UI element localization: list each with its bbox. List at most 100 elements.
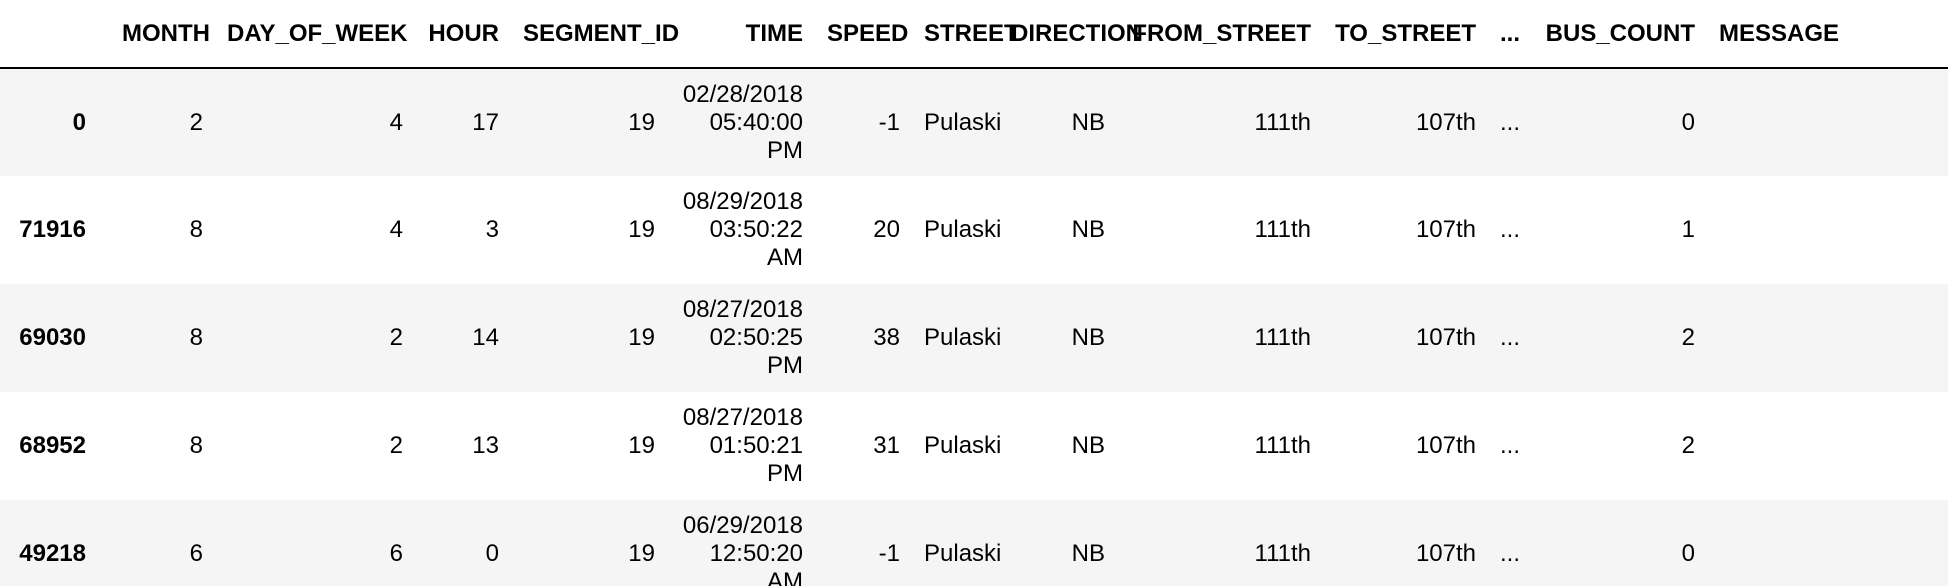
cell-segment-id: 19 [628,324,655,351]
cell-bus-count: 2 [1681,432,1695,459]
cell-message [1707,176,1948,284]
cell-street: Pulaski [924,432,1002,459]
cell-time-date: 08/29/2018 [682,188,803,215]
row-index: 68952 [19,432,86,459]
cell-time-clock: 01:50:21 [709,432,803,459]
column-header-street: STREET [924,19,1019,47]
dataframe-table: MONTH DAY_OF_WEEK HOUR SEGMENT_ID TIME S… [0,0,1948,586]
cell-message [1707,68,1948,176]
cell-message [1707,392,1948,500]
header-row: MONTH DAY_OF_WEEK HOUR SEGMENT_ID TIME S… [0,0,1948,68]
column-header-speed: SPEED [827,19,909,47]
cell-message [1707,500,1948,586]
cell-time-clock: 02:50:25 [709,324,803,351]
cell-speed: -1 [878,108,900,136]
cell-time: 08/27/2018 01:50:21 PM [667,392,815,500]
cell-street: Pulaski [924,108,1002,136]
cell-to-street: 107th [1415,432,1476,459]
cell-direction: NB [1071,216,1105,243]
cell-to-street: 107th [1415,324,1476,351]
table-row: 69030 8 2 14 19 08/27/2018 02:50:25 PM 3… [0,284,1948,392]
cell-hour: 3 [485,216,499,243]
cell-street: Pulaski [924,540,1002,567]
cell-month: 8 [189,432,203,459]
cell-time: 02/28/2018 05:40:00 PM [667,68,815,176]
cell-day-of-week: 6 [389,540,403,567]
column-header-month: MONTH [122,19,210,47]
cell-ellipsis: ... [1500,432,1521,459]
cell-time-clock: 05:40:00 [709,108,803,136]
cell-month: 6 [189,540,203,567]
column-header-to-street: TO_STREET [1335,19,1476,47]
cell-time-date: 02/28/2018 [682,80,803,108]
cell-bus-count: 1 [1681,216,1695,243]
cell-direction: NB [1071,540,1105,567]
table-row: 71916 8 4 3 19 08/29/2018 03:50:22 AM 20… [0,176,1948,284]
column-header-segment-id: SEGMENT_ID [523,19,680,47]
cell-time: 08/29/2018 03:50:22 AM [667,176,815,284]
table-row: 49218 6 6 0 19 06/29/2018 12:50:20 AM -1… [0,500,1948,586]
cell-day-of-week: 2 [389,324,403,351]
cell-segment-id: 19 [628,432,655,459]
cell-to-street: 107th [1415,540,1476,567]
cell-segment-id: 19 [628,108,655,136]
column-header-hour: HOUR [428,19,499,47]
cell-street: Pulaski [924,324,1002,351]
cell-speed: 20 [873,216,900,243]
column-header-day-of-week: DAY_OF_WEEK [227,19,408,47]
cell-time-clock: 03:50:22 [709,216,803,243]
cell-hour: 0 [485,540,499,567]
cell-day-of-week: 4 [389,216,403,243]
cell-hour: 17 [472,108,499,136]
cell-to-street: 107th [1415,216,1476,243]
column-header-ellipsis: ... [1500,19,1521,47]
column-header-message: MESSAGE [1719,19,1840,47]
cell-time: 08/27/2018 02:50:25 PM [667,284,815,392]
cell-to-street: 107th [1415,108,1476,136]
cell-time-clock: 12:50:20 [709,540,803,567]
row-index: 0 [72,108,86,136]
cell-ellipsis: ... [1500,108,1521,136]
cell-from-street: 111th [1254,216,1312,243]
cell-time: 06/29/2018 12:50:20 AM [667,500,815,586]
cell-time-ampm: AM [767,244,803,271]
cell-bus-count: 2 [1681,324,1695,351]
row-index: 49218 [19,540,86,567]
cell-month: 8 [189,216,203,243]
cell-ellipsis: ... [1500,540,1521,567]
cell-message [1707,284,1948,392]
cell-from-street: 111th [1254,324,1312,351]
cell-from-street: 111th [1254,540,1312,567]
cell-time-ampm: PM [767,460,803,487]
cell-direction: NB [1071,324,1105,351]
cell-time-ampm: PM [767,136,803,164]
cell-ellipsis: ... [1500,324,1521,351]
cell-from-street: 111th [1254,108,1312,136]
cell-time-date: 08/27/2018 [682,296,803,323]
cell-bus-count: 0 [1681,108,1695,136]
column-header-bus-count: BUS_COUNT [1545,19,1695,47]
index-header [0,0,110,68]
cell-direction: NB [1071,432,1105,459]
cell-hour: 14 [472,324,499,351]
cell-time-ampm: AM [767,568,803,586]
cell-month: 8 [189,324,203,351]
cell-time-date: 06/29/2018 [682,512,803,539]
table-row: 0 2 4 17 19 02/28/2018 05:40:00 PM -1 Pu… [0,68,1948,176]
row-index: 71916 [19,216,86,243]
dataframe-output: MONTH DAY_OF_WEEK HOUR SEGMENT_ID TIME S… [0,0,1948,586]
cell-day-of-week: 2 [389,432,403,459]
cell-speed: 38 [873,324,900,351]
cell-segment-id: 19 [628,540,655,567]
column-header-direction: DIRECTION [1011,19,1143,47]
cell-from-street: 111th [1254,432,1312,459]
cell-month: 2 [189,108,203,136]
cell-segment-id: 19 [628,216,655,243]
cell-time-date: 08/27/2018 [682,404,803,431]
cell-speed: -1 [878,540,900,567]
column-header-from-street: FROM_STREET [1132,19,1311,47]
cell-speed: 31 [873,432,900,459]
cell-direction: NB [1071,108,1105,136]
cell-day-of-week: 4 [389,108,403,136]
cell-ellipsis: ... [1500,216,1521,243]
